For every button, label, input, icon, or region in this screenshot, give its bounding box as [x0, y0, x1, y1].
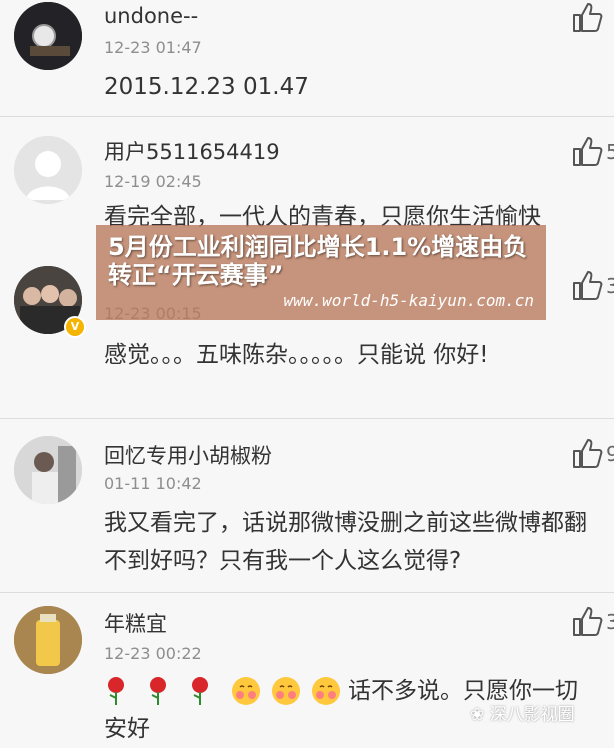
username[interactable]: 用户5511654419	[104, 136, 280, 166]
comment-text: 2015.12.23 01.47	[104, 74, 309, 100]
watermark: ❀ 深八影视圈	[470, 700, 575, 725]
divider	[0, 592, 614, 593]
like-count: 3	[606, 610, 614, 634]
thumbs-up-icon[interactable]	[570, 0, 604, 34]
username[interactable]: 年糕宜	[104, 608, 167, 638]
timestamp: 12-19 02:45	[104, 172, 202, 191]
thumbs-up-icon[interactable]	[570, 134, 604, 168]
comment-text: 我又看完了，话说那微博没删之前这些微博都翻不到好吗？只有我一个人这么觉得?	[104, 510, 587, 574]
default-avatar-icon	[14, 136, 82, 204]
divider	[0, 116, 614, 117]
like-count: 9	[606, 442, 614, 466]
thumbs-up-icon[interactable]	[570, 436, 604, 470]
like-count: 5	[606, 140, 614, 164]
divider	[0, 418, 614, 419]
avatar[interactable]	[14, 136, 82, 204]
timestamp: 01-11 10:42	[104, 474, 202, 493]
timestamp: 12-23 00:22	[104, 644, 202, 663]
overlay-url[interactable]: www.world-h5-kaiyun.com.cn	[284, 291, 534, 310]
thumbs-up-icon[interactable]	[570, 268, 604, 302]
watermark-text: 深八影视圈	[489, 705, 575, 725]
thumbs-up-icon[interactable]	[570, 604, 604, 638]
avatar[interactable]	[14, 606, 82, 674]
username[interactable]: 回忆专用小胡椒粉	[104, 440, 272, 470]
avatar-image	[14, 2, 82, 70]
wechat-icon: ❀	[470, 705, 490, 725]
timestamp: 12-23 01:47	[104, 38, 202, 57]
overlay-title: 5月份工业利润同比增长1.1%增速由负转正“开云赛事”	[108, 233, 528, 289]
comment-text: 感觉。。。五味陈杂。。。。。只能说 你好!	[104, 342, 489, 368]
username[interactable]: undone--	[104, 4, 198, 28]
like-count: 3	[606, 274, 614, 298]
avatar-image	[14, 606, 82, 674]
avatar[interactable]	[14, 2, 82, 70]
avatar[interactable]	[14, 436, 82, 504]
verified-badge: V	[64, 316, 86, 338]
avatar-image	[14, 436, 82, 504]
ad-overlay-banner[interactable]: 5月份工业利润同比增长1.1%增速由负转正“开云赛事” www.world-h5…	[96, 225, 546, 320]
